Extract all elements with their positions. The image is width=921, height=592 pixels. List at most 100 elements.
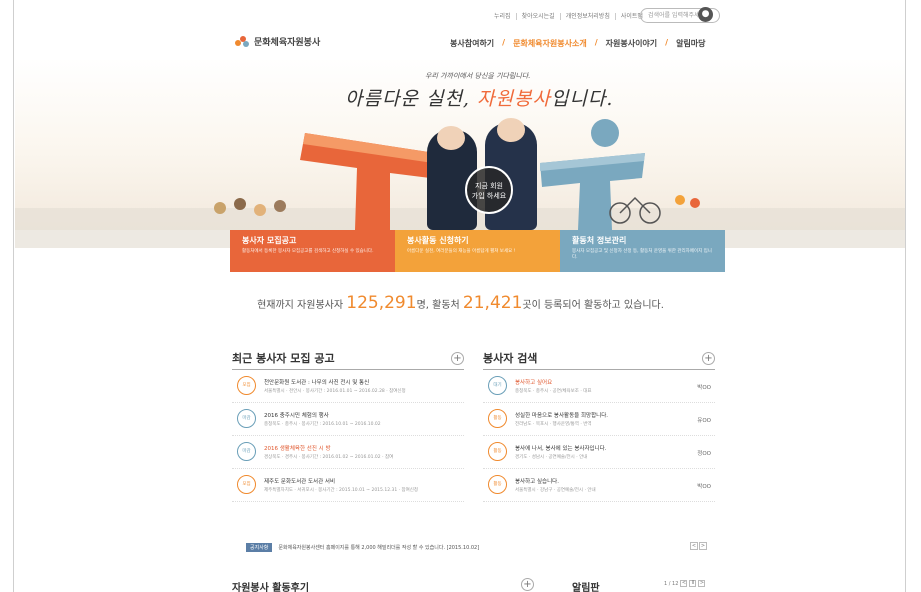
recruit-row[interactable]: 마감 2016 충주시민 체험의 행사충청북도 · 충주시 · 봉사기간 : 20… <box>232 403 464 436</box>
recruit-notice-box[interactable]: 봉사자 모집공고 활동처에서 등록한 봉사자 모집공고를 검색하고 신청하실 수… <box>230 230 395 272</box>
box-title: 봉사활동 신청하기 <box>407 236 469 245</box>
status-badge: 마감 <box>237 442 256 461</box>
utility-link-directions[interactable]: 찾아오시는길 <box>515 13 560 20</box>
join-member-button[interactable]: 지금 회원 가입 하세요 <box>465 166 513 214</box>
nav-item-stories[interactable]: 자원봉사이야기 <box>598 38 666 49</box>
stats-line: 현재까지 자원봉사자 125,291명, 활동처 21,421곳이 등록되어 활… <box>14 293 905 313</box>
row-meta: 서울특별시 · 강남구 · 공연예술/전시 · 안내 <box>515 488 596 493</box>
volunteer-row[interactable]: 대기 봉사하고 싶어요충청북도 · 충주시 · 공연/체육보조 · 대표 박OO <box>483 370 715 403</box>
board-pager: 1 / 12 < II > <box>664 580 706 587</box>
notice-next-button[interactable]: > <box>699 542 707 550</box>
status-badge: 마감 <box>237 409 256 428</box>
hero-title-part: 아름다운 실천, <box>345 88 477 110</box>
volunteer-name: 박OO <box>697 484 711 490</box>
join-line-1: 지금 회원 <box>475 182 503 190</box>
site-logo[interactable]: 문화체육자원봉사 <box>235 35 320 48</box>
volunteer-name: 박OO <box>697 385 711 391</box>
recruit-row[interactable]: 마감 2016 생활체육한 선진 시 방경상북도 · 경주시 · 봉사기간 : 2… <box>232 436 464 469</box>
notice-bar: 공지사항 문화체육자원봉사센터 홈페이지를 통해 2,000 해밀리더를 작성 … <box>246 541 708 553</box>
volunteer-row[interactable]: 활동 봉사하고 싶습니다. 서울특별시 · 강남구 · 공연예술/전시 · 안내 박O… <box>483 469 715 502</box>
student-face-right <box>497 118 525 142</box>
review-title: 자원봉사 활동후기 <box>232 583 310 592</box>
volunteer-name: 유OO <box>697 418 711 424</box>
status-badge: 모집 <box>237 475 256 494</box>
hero-banner: 우리 가까이에서 당신을 기다립니다. 아름다운 실천, 자원봉사입니다. 지금… <box>15 58 905 248</box>
volunteer-row[interactable]: 활동 성실한 마음으로 봉사활동을 희망합니다. 전라남도 · 목포시 · 행사운영… <box>483 403 715 436</box>
bicycle-illustration <box>609 195 700 224</box>
row-title[interactable]: 봉사하고 싶어요 <box>515 378 715 386</box>
recruit-row[interactable]: 모집 제주도 문화도서관 도서관 서비제주특별자치도 · 서귀포시 · 봉사기간 … <box>232 469 464 502</box>
status-badge: 활동 <box>488 475 507 494</box>
recruit-row[interactable]: 모집 천안문화원 도서관 : 나무의 사진 전시 및 통신서울특별시 · 천안시 … <box>232 370 464 403</box>
logo-mark-icon <box>235 35 249 48</box>
stats-text: 곳이 등록되어 활동하고 있습니다. <box>522 300 664 311</box>
box-desc: 아름다운 실천, 여러분들의 재능을 아름답게 펼쳐 보세요 ! <box>407 249 516 254</box>
page-frame: 누리집 찾아오시는길 개인정보처리방침 사이트맵 검색어를 입력해주세요 ● 문… <box>13 0 906 592</box>
search-icon[interactable]: ● <box>698 7 713 22</box>
hero-subtitle: 우리 가까이에서 당신을 기다립니다. <box>425 72 531 80</box>
org-count: 21,421 <box>462 293 523 313</box>
student-face-left <box>437 126 465 150</box>
row-title[interactable]: 성실한 마음으로 봉사활동을 희망합니다. <box>515 411 715 419</box>
quick-menu: 봉사자 모집공고 활동처에서 등록한 봉사자 모집공고를 검색하고 신청하실 수… <box>230 230 725 272</box>
row-meta: 서울특별시 · 천안시 · 봉사기간 : 2016.01.01 ~ 2016.0… <box>264 389 406 394</box>
recruit-panel: 최근 봉사자 모집 공고 + 모집 천안문화원 도서관 : 나무의 사진 전시 및… <box>232 350 464 502</box>
pager-pause-button[interactable]: II <box>689 580 697 587</box>
row-meta: 전라남도 · 목포시 · 행사운영/통역 · 번역 <box>515 422 592 427</box>
recruit-panel-title: 최근 봉사자 모집 공고 <box>232 350 464 370</box>
hero-title-part: 입니다. <box>550 88 614 110</box>
status-badge: 활동 <box>488 409 507 428</box>
pager-count: 1 / 12 <box>664 580 679 587</box>
volunteer-count: 125,291 <box>346 293 417 313</box>
box-title: 활동처 정보관리 <box>572 236 627 245</box>
status-badge: 활동 <box>488 442 507 461</box>
notice-prev-button[interactable]: < <box>690 542 698 550</box>
board-title: 알림판 <box>572 583 600 592</box>
nav-item-about[interactable]: 문화체육자원봉사소개 <box>505 38 595 49</box>
box-desc: 봉사자 모집공고 및 신청자 선정 등, 활동처 운영을 위한 관리자페이지 입… <box>572 249 712 260</box>
notice-text[interactable]: 문화체육자원봉사센터 홈페이지를 통해 2,000 해밀리더를 작성 할 수 있… <box>278 544 479 551</box>
row-meta: 경기도 · 성남시 · 공연예술/전시 · 안내 <box>515 455 588 460</box>
org-info-box[interactable]: 활동처 정보관리 봉사자 모집공고 및 신청자 선정 등, 활동처 운영을 위한… <box>560 230 725 272</box>
notice-tag: 공지사항 <box>246 542 273 552</box>
status-badge: 모집 <box>237 376 256 395</box>
row-title[interactable]: 천안문화원 도서관 : 나무의 사진 전시 및 통신 <box>264 378 464 386</box>
logo-text: 문화체육자원봉사 <box>254 38 321 48</box>
utility-links: 누리집 찾아오시는길 개인정보처리방침 사이트맵 <box>489 13 648 20</box>
row-title[interactable]: 2016 생활체육한 선진 시 방 <box>264 444 464 452</box>
row-meta: 충청북도 · 충주시 · 공연/체육보조 · 대표 <box>515 389 592 394</box>
row-title[interactable]: 2016 충주시민 체험의 행사 <box>264 411 464 419</box>
row-meta: 충청북도 · 충주시 · 봉사기간 : 2016.10.01 ~ 2016.10… <box>264 422 381 427</box>
box-title: 봉사자 모집공고 <box>242 236 297 245</box>
utility-link-privacy[interactable]: 개인정보처리방침 <box>559 13 615 20</box>
crowd-left-illustration <box>214 198 286 216</box>
nav-item-notices[interactable]: 알림마당 <box>668 38 713 49</box>
utility-link-home[interactable]: 누리집 <box>489 13 516 20</box>
row-meta: 경상북도 · 경주시 · 봉사기간 : 2016.01.02 ~ 2016.01… <box>264 455 394 460</box>
review-more-icon[interactable]: + <box>521 578 534 591</box>
box-desc: 활동처에서 등록한 봉사자 모집공고를 검색하고 신청하실 수 있습니다. <box>242 249 374 254</box>
recruit-more-icon[interactable]: + <box>451 352 464 365</box>
volunteer-search-title: 봉사자 검색 <box>483 350 715 370</box>
hero-title: 아름다운 실천, 자원봉사입니다. <box>345 84 613 111</box>
join-line-2: 가입 하세요 <box>471 192 507 200</box>
stats-text: 명, 활동처 <box>416 300 463 311</box>
stats-text: 현재까지 자원봉사자 <box>257 300 347 311</box>
row-meta: 제주특별자치도 · 서귀포시 · 봉사기간 : 2015.10.01 ~ 201… <box>264 488 419 493</box>
pager-prev-button[interactable]: < <box>680 580 688 587</box>
row-title[interactable]: 제주도 문화도서관 도서관 서비 <box>264 477 464 485</box>
volunteer-row[interactable]: 활동 봉사에 나서, 봉사에 있는 봉사자입니다. 경기도 · 성남시 · 공연예술… <box>483 436 715 469</box>
status-badge: 대기 <box>488 376 507 395</box>
notice-arrows: < > <box>690 542 707 550</box>
orange-t-illustration <box>300 133 435 230</box>
main-nav: 봉사참여하기 / 문화체육자원봉사소개 / 자원봉사이야기 / 알림마당 <box>442 38 714 49</box>
pager-next-button[interactable]: > <box>698 580 706 587</box>
apply-activity-box[interactable]: 봉사활동 신청하기 아름다운 실천, 여러분들의 재능을 아름답게 펼쳐 보세요… <box>395 230 560 272</box>
volunteer-more-icon[interactable]: + <box>702 352 715 365</box>
volunteer-name: 정OO <box>697 451 711 457</box>
nav-item-participate[interactable]: 봉사참여하기 <box>442 38 502 49</box>
hero-title-highlight: 자원봉사 <box>477 88 551 110</box>
volunteer-search-panel: 봉사자 검색 + 대기 봉사하고 싶어요충청북도 · 충주시 · 공연/체육보조 … <box>483 350 715 502</box>
row-title[interactable]: 봉사에 나서, 봉사에 있는 봉사자입니다. <box>515 444 715 452</box>
row-title[interactable]: 봉사하고 싶습니다. <box>515 477 715 485</box>
